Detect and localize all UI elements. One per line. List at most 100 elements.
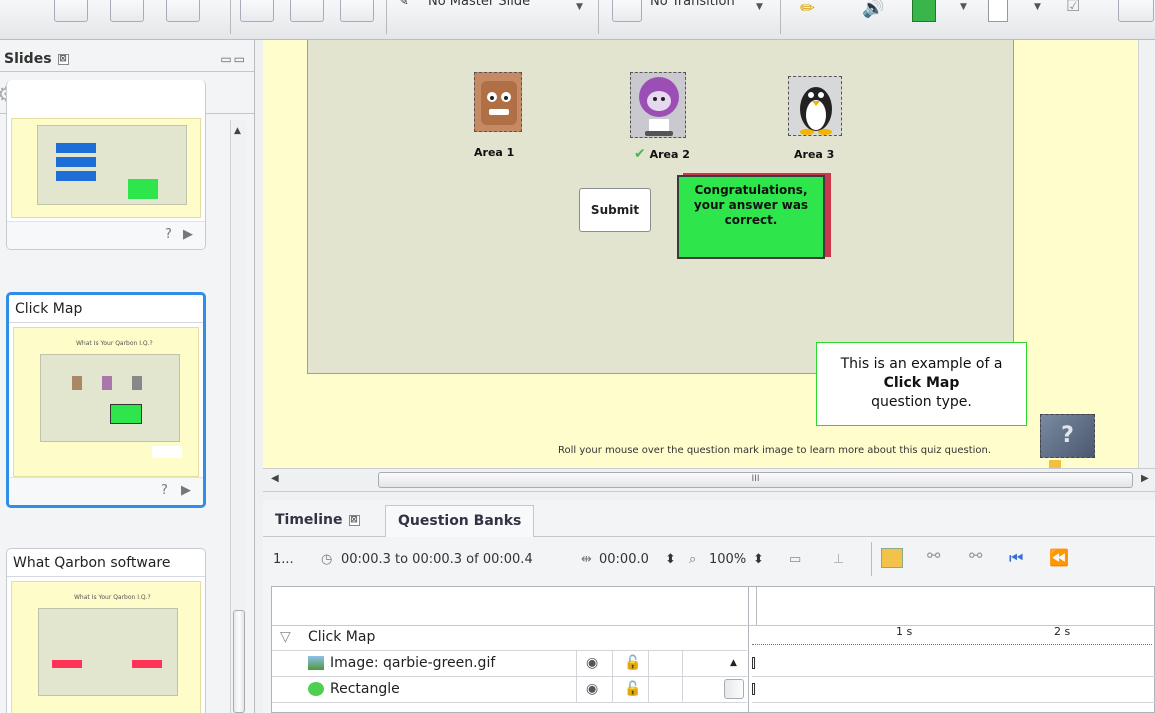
divider	[748, 587, 749, 713]
slide-preview: What Is Your Qarbon I.Q.?	[11, 581, 201, 713]
slide-preview-content	[38, 608, 178, 696]
stage-scroll-thumb[interactable]: III	[378, 472, 1133, 488]
chevron-down-icon[interactable]: ▼	[1034, 2, 1041, 12]
skip-start-icon[interactable]: ⏮	[1009, 548, 1023, 568]
timeline-bar[interactable]	[752, 651, 1155, 677]
checkbox-icon[interactable]: ☑	[1066, 0, 1080, 15]
submit-button[interactable]: Submit	[579, 188, 651, 232]
close-icon[interactable]: ⊠	[348, 514, 360, 526]
row-name: Rectangle	[330, 681, 400, 697]
import-button[interactable]	[290, 0, 324, 22]
scroll-up-icon[interactable]: ▲	[730, 651, 737, 675]
ruler-ticks	[752, 641, 1152, 645]
slides-scroll-thumb[interactable]	[233, 610, 245, 713]
visibility-eye-icon[interactable]: ◉	[586, 651, 598, 675]
group-icon[interactable]	[881, 548, 903, 568]
question-icon[interactable]: ?	[161, 483, 168, 498]
tab-question-banks[interactable]: Question Banks	[385, 505, 535, 537]
transition-select[interactable]: No Transition	[650, 0, 735, 9]
preview-area	[102, 376, 112, 390]
scroll-up-icon[interactable]: ▲	[234, 126, 241, 136]
question-icon[interactable]: ?	[165, 227, 172, 242]
question-type-callout[interactable]: This is an example of a Click Map questi…	[816, 342, 1027, 426]
slide-preview	[11, 118, 201, 218]
scroll-left-icon[interactable]: ◀	[271, 473, 279, 484]
rewind-icon[interactable]: ⏪	[1049, 548, 1069, 567]
expand-triangle-icon[interactable]: ▽	[280, 625, 291, 649]
marker-icon[interactable]: ⊥	[833, 552, 844, 567]
pencil-icon[interactable]: ✏	[800, 0, 815, 19]
correct-feedback-box[interactable]: Congratulations, your answer was correct…	[677, 175, 825, 259]
divider	[576, 651, 577, 676]
slide-label: Click Map	[9, 295, 203, 323]
slide-preview-title: What Is Your Qarbon I.Q.?	[76, 340, 153, 347]
area-2-label: ✔ Area 2	[634, 146, 690, 162]
export-button[interactable]	[340, 0, 374, 22]
timeline-bar-marker[interactable]	[752, 657, 755, 669]
page-icon[interactable]	[988, 0, 1008, 22]
slide-thumbnail-what-qarbon[interactable]: What Qarbon software What Is Your Qarbon…	[6, 548, 206, 713]
close-icon[interactable]: ⊠	[57, 53, 69, 65]
slide-preview-content	[40, 354, 180, 442]
audio-icon[interactable]: 🔊	[862, 0, 884, 19]
duration-stepper-icon[interactable]: ⬍	[665, 552, 676, 567]
area-1-image[interactable]	[474, 72, 522, 132]
visibility-eye-icon[interactable]: ◉	[586, 677, 598, 701]
layout-button[interactable]	[54, 0, 88, 22]
callout-line: This is an example of a	[840, 356, 1003, 372]
chevron-down-icon[interactable]: ▼	[576, 2, 583, 12]
divider	[612, 677, 613, 702]
scroll-right-icon[interactable]: ▶	[1141, 473, 1149, 484]
toolbar-separator	[598, 0, 599, 34]
timeline-grid: 1 s 2 s ▽ Click Map Image: qarbie-green.…	[271, 586, 1155, 713]
preview-box	[56, 143, 96, 153]
master-slide-select[interactable]: No Master Slide	[428, 0, 530, 9]
lock-icon[interactable]: 🔓	[624, 651, 641, 675]
toolbar-separator	[230, 0, 231, 34]
callout-question-type: Click Map	[883, 375, 960, 391]
duration-field[interactable]: 00:00.0	[599, 552, 649, 567]
slide-thumbnail-click-map[interactable]: Click Map What Is Your Qarbon I.Q.? ? ▶	[6, 292, 206, 508]
link-add-icon[interactable]: ⚯	[927, 546, 940, 565]
preview-box	[52, 660, 82, 668]
variable-button[interactable]	[1118, 0, 1154, 22]
question-mark-image[interactable]: ?	[1040, 414, 1095, 458]
zoom-field[interactable]: 100%	[709, 552, 746, 567]
add-slide-button[interactable]	[166, 0, 200, 22]
preview-area	[72, 376, 82, 390]
preview-box	[132, 660, 162, 668]
question-area: Area 1 ✔ Area 2 Area 3 Submit Congratula…	[307, 40, 1014, 374]
preview-area	[132, 376, 142, 390]
timeline-bar-marker[interactable]	[752, 683, 755, 695]
preview-feedback	[110, 404, 142, 424]
chevron-down-icon[interactable]: ▼	[960, 2, 967, 12]
link-remove-icon[interactable]: ⚯	[969, 546, 982, 565]
rows-scroll-thumb[interactable]	[724, 679, 744, 699]
row-name: Image: qarbie-green.gif	[330, 655, 496, 671]
record-button[interactable]	[110, 0, 144, 22]
lock-icon[interactable]: 🔓	[624, 677, 641, 701]
insert-slide-button[interactable]	[240, 0, 274, 22]
green-object-icon[interactable]	[912, 0, 936, 22]
slide-thumbnail[interactable]: ? ▶	[6, 80, 206, 250]
play-icon[interactable]: ▶	[181, 483, 191, 498]
timeline-bar[interactable]	[752, 677, 1155, 703]
timeline-row[interactable]: Rectangle ◉ 🔓	[272, 677, 747, 703]
stage-vertical-scrollbar[interactable]	[1138, 40, 1155, 468]
master-slide-icon: ✎	[398, 0, 409, 9]
fit-icon[interactable]: ▭	[789, 552, 801, 567]
chevron-down-icon[interactable]: ▼	[756, 2, 763, 12]
window-controls-icon[interactable]: ▭▭	[220, 52, 247, 66]
slide-stage: Area 1 ✔ Area 2 Area 3 Submit Congratula…	[263, 40, 1138, 468]
play-icon[interactable]: ▶	[183, 227, 193, 242]
area-3-image[interactable]	[788, 76, 842, 136]
divider	[648, 651, 649, 676]
timeline-row[interactable]: Image: qarbie-green.gif ◉ 🔓 ▲	[272, 651, 747, 677]
stage-horizontal-scrollbar[interactable]: ◀ III ▶	[263, 468, 1155, 492]
zoom-stepper-icon[interactable]: ⬍	[753, 552, 764, 567]
slides-scrollbar[interactable]: ▲	[230, 120, 246, 713]
ruler-label-2s: 2 s	[1054, 625, 1071, 638]
timeline-row-group[interactable]: ▽ Click Map	[272, 625, 747, 651]
tab-timeline[interactable]: Timeline ⊠	[263, 505, 372, 537]
area-2-image[interactable]	[630, 72, 686, 138]
